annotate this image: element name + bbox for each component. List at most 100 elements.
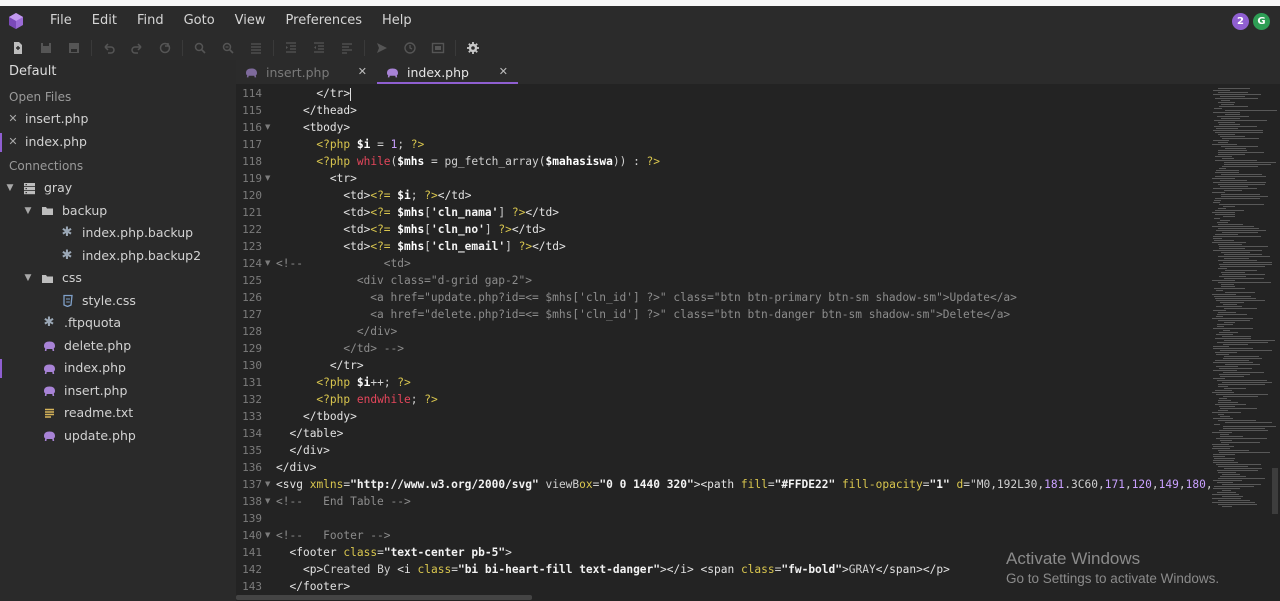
code-line[interactable]: </tbody> bbox=[276, 408, 357, 425]
format-icon[interactable] bbox=[333, 36, 361, 60]
indent-icon[interactable] bbox=[277, 36, 305, 60]
code-line[interactable]: <a href="update.php?id=<= $mhs['cln_id']… bbox=[276, 289, 1017, 306]
code-line[interactable]: <?php $i++; ?> bbox=[276, 374, 410, 391]
tree-file[interactable]: ✱ index.php.backup bbox=[0, 222, 236, 245]
code-line[interactable]: </div> bbox=[276, 442, 329, 459]
list-icon[interactable] bbox=[242, 36, 270, 60]
search-icon[interactable] bbox=[186, 36, 214, 60]
code-line[interactable]: <svg xmlns="http://www.w3.org/2000/svg" … bbox=[276, 476, 1210, 493]
code-line[interactable]: </table> bbox=[276, 425, 343, 442]
code-line[interactable]: <!-- End Table --> bbox=[276, 493, 411, 510]
menu-find[interactable]: Find bbox=[127, 6, 174, 36]
menu-goto[interactable]: Goto bbox=[174, 6, 225, 36]
code-line[interactable]: </td> --> bbox=[276, 340, 404, 357]
code-line[interactable]: <!-- <td> bbox=[276, 255, 411, 272]
undo-icon[interactable] bbox=[95, 36, 123, 60]
code-line[interactable]: <div class="d-grid gap-2"> bbox=[276, 272, 532, 289]
save-icon[interactable] bbox=[32, 36, 60, 60]
code-area[interactable]: </tr> </thead> <tbody> <?php $i = 1; ?> … bbox=[276, 84, 1210, 594]
open-file-item[interactable]: ✕ insert.php bbox=[0, 108, 236, 131]
menu-file[interactable]: File bbox=[40, 6, 82, 36]
code-line[interactable]: </thead> bbox=[276, 102, 357, 119]
outdent-icon[interactable] bbox=[305, 36, 333, 60]
code-line[interactable]: <!-- Footer --> bbox=[276, 527, 391, 544]
save-all-icon[interactable] bbox=[60, 36, 88, 60]
tree-file[interactable]: ✱ .ftpquota bbox=[0, 312, 236, 335]
minimap-line bbox=[1224, 356, 1259, 357]
tab-insert-php[interactable]: insert.php ✕ bbox=[236, 60, 377, 84]
menu-preferences[interactable]: Preferences bbox=[276, 6, 372, 36]
fold-arrow-icon[interactable]: ▼ bbox=[265, 527, 270, 544]
minimap-line bbox=[1212, 444, 1229, 445]
menu-help[interactable]: Help bbox=[372, 6, 422, 36]
avatar[interactable]: 2 bbox=[1232, 13, 1249, 30]
code-line[interactable]: <?php $i = 1; ?> bbox=[276, 136, 424, 153]
minimap[interactable] bbox=[1210, 84, 1280, 594]
chevron-down-icon[interactable]: ▼ bbox=[22, 267, 34, 290]
horizontal-scrollbar[interactable] bbox=[236, 594, 1210, 601]
open-file-item[interactable]: ✕ index.php bbox=[0, 131, 236, 154]
terminal-icon[interactable] bbox=[424, 36, 452, 60]
tree-file[interactable]: style.css bbox=[0, 290, 236, 313]
gear-icon[interactable] bbox=[459, 36, 487, 60]
fold-arrow-icon[interactable]: ▼ bbox=[265, 493, 270, 510]
chevron-down-icon[interactable]: ▼ bbox=[22, 200, 34, 223]
fold-arrow-icon[interactable]: ▼ bbox=[265, 119, 270, 136]
code-line[interactable]: <footer class="text-center pb-5"> bbox=[276, 544, 511, 561]
close-icon[interactable]: ✕ bbox=[499, 65, 508, 78]
code-line[interactable]: <?php while($mhs = pg_fetch_array($mahas… bbox=[276, 153, 660, 170]
tree-root-folder[interactable]: ▼ gray bbox=[0, 177, 236, 200]
fold-arrow-icon[interactable]: ▼ bbox=[265, 476, 270, 493]
toolbar-divider bbox=[273, 40, 274, 56]
code-line[interactable]: <a href="delete.php?id=<= $mhs['cln_id']… bbox=[276, 306, 1010, 323]
close-icon[interactable]: ✕ bbox=[358, 65, 367, 78]
send-icon[interactable] bbox=[368, 36, 396, 60]
code-line[interactable]: <tbody> bbox=[276, 119, 350, 136]
menu-edit[interactable]: Edit bbox=[82, 6, 127, 36]
redo-icon[interactable] bbox=[123, 36, 151, 60]
fold-arrow-icon[interactable]: ▼ bbox=[265, 170, 270, 187]
horizontal-scroll-thumb[interactable] bbox=[236, 595, 532, 600]
tree-file[interactable]: readme.txt bbox=[0, 402, 236, 425]
code-line[interactable]: <tr> bbox=[276, 170, 357, 187]
close-icon[interactable]: ✕ bbox=[7, 108, 19, 131]
tree-file[interactable]: index.php bbox=[0, 357, 236, 380]
code-line[interactable]: <td><?= $mhs['cln_email'] ?></td> bbox=[276, 238, 565, 255]
close-icon[interactable]: ✕ bbox=[7, 131, 19, 154]
minimap-line bbox=[1219, 430, 1268, 431]
user-avatars: 2 G bbox=[1232, 13, 1270, 30]
minimap-line bbox=[1222, 138, 1259, 139]
avatar[interactable]: G bbox=[1253, 13, 1270, 30]
code-line[interactable]: </div> bbox=[276, 323, 397, 340]
code-line[interactable]: <td><?= $mhs['cln_no'] ?></td> bbox=[276, 221, 545, 238]
minimap-scroll-thumb[interactable] bbox=[1272, 468, 1278, 514]
code-line[interactable]: <p>Created By <i class="bi bi-heart-fill… bbox=[276, 561, 950, 578]
code-line[interactable]: <?php endwhile; ?> bbox=[276, 391, 437, 408]
reload-icon[interactable] bbox=[151, 36, 179, 60]
code-line[interactable]: </div> bbox=[276, 459, 316, 476]
tree-file[interactable]: delete.php bbox=[0, 335, 236, 358]
code-line[interactable]: </tr> bbox=[276, 85, 352, 102]
tab-index-php[interactable]: index.php ✕ bbox=[377, 60, 518, 84]
code-line[interactable]: <td><?= $mhs['cln_nama'] ?></td> bbox=[276, 204, 559, 221]
fold-arrow-icon[interactable]: ▼ bbox=[265, 255, 270, 272]
code-line[interactable]: </footer> bbox=[276, 578, 350, 594]
tree-file[interactable]: update.php bbox=[0, 425, 236, 448]
tree-folder-backup[interactable]: ▼ backup bbox=[0, 200, 236, 223]
line-number: 136 bbox=[242, 461, 262, 474]
project-name[interactable]: Default bbox=[0, 60, 236, 84]
history-icon[interactable] bbox=[396, 36, 424, 60]
new-file-icon[interactable] bbox=[4, 36, 32, 60]
tree-file[interactable]: ✱ index.php.backup2 bbox=[0, 245, 236, 268]
code-editor[interactable]: 114 115 116 ▼ 117 118 119 ▼ 120 121 122 123 124 ▼ 125 1… bbox=[236, 84, 1210, 594]
minimap-line bbox=[1214, 486, 1254, 487]
menu-view[interactable]: View bbox=[225, 6, 276, 36]
search-replace-icon[interactable] bbox=[214, 36, 242, 60]
code-line[interactable]: <td><?= $i; ?></td> bbox=[276, 187, 471, 204]
tree-item-label: index.php bbox=[64, 360, 126, 375]
tree-file[interactable]: insert.php bbox=[0, 380, 236, 403]
tree-folder-css[interactable]: ▼ css bbox=[0, 267, 236, 290]
line-number: 137 bbox=[242, 478, 262, 491]
code-line[interactable]: </tr> bbox=[276, 357, 364, 374]
chevron-down-icon[interactable]: ▼ bbox=[4, 177, 16, 200]
